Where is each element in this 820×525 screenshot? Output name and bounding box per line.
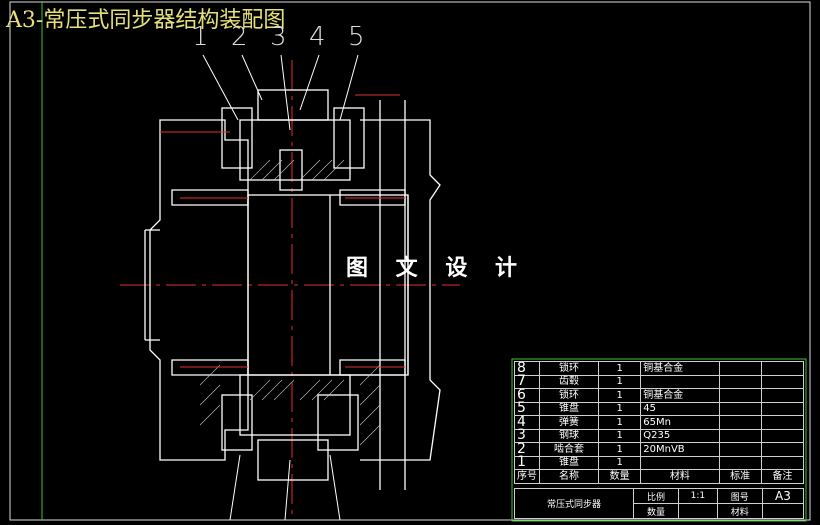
bom-qty: 1 (598, 361, 642, 376)
bom-qty: 1 (598, 374, 642, 389)
cad-drawing-canvas[interactable]: A3-常压式同步器结构装配图 1 2 3 4 5 图 文 设 计 8 锁环 1 铜基合… (0, 0, 820, 525)
bom-remark (760, 455, 805, 470)
bom-remark (760, 388, 805, 403)
header-name: 名称 (538, 469, 600, 484)
header-qty: 数量 (598, 469, 642, 484)
assembly-name: 常压式同步器 (514, 488, 634, 519)
bom-material: 45 (640, 401, 720, 416)
bom-name: 啮合套 (538, 442, 600, 457)
bom-material: 65Mn (640, 415, 720, 430)
bom-material (640, 374, 720, 389)
watermark: 图 文 设 计 (346, 256, 527, 281)
header-remark: 备注 (760, 469, 805, 484)
bom-standard (718, 415, 762, 430)
bom-name: 齿毂 (538, 374, 600, 389)
callout-3: 3 (270, 22, 287, 52)
header-no: 序号 (514, 469, 540, 484)
bom-name: 钢球 (538, 428, 600, 443)
callout-4: 4 (309, 22, 326, 52)
header-material: 材料 (640, 469, 720, 484)
material-value (761, 503, 805, 519)
bom-qty: 1 (598, 388, 642, 403)
bom-material: 铜基合金 (640, 388, 720, 403)
bom-row: 1 锥盘 1 (514, 455, 805, 470)
bom-material: Q235 (640, 428, 720, 443)
bom-no: 1 (514, 456, 540, 470)
header-standard: 标准 (718, 469, 762, 484)
bom-row: 5 锥盘 1 45 (514, 401, 805, 416)
bom-row: 8 锁环 1 铜基合金 (514, 361, 805, 376)
hatching (199, 159, 381, 446)
bom-name: 锁环 (538, 361, 600, 376)
bom-row: 3 钢球 1 Q235 (514, 428, 805, 443)
bom-row: 6 锁环 1 铜基合金 (514, 388, 805, 403)
bom-remark (760, 442, 805, 457)
bom-row: 2 啮合套 1 20MnVB (514, 442, 805, 457)
bom-remark (760, 374, 805, 389)
bom-qty: 1 (598, 442, 642, 457)
bom-standard (718, 455, 762, 470)
bom-qty: 1 (598, 428, 642, 443)
scale-value: 1:1 (678, 488, 718, 504)
bom-standard (718, 442, 762, 457)
bearing-lines (160, 94, 405, 368)
material-label: 材料 (716, 503, 763, 519)
bom-row: 4 弹簧 1 65Mn (514, 415, 805, 430)
callout-1: 1 (192, 22, 209, 52)
bom-remark (760, 401, 805, 416)
bom-standard (718, 401, 762, 416)
callout-2: 2 (231, 22, 248, 52)
scale-label: 比例 (632, 488, 680, 504)
bom-material: 20MnVB (640, 442, 720, 457)
bom-name: 弹簧 (538, 415, 600, 430)
qty-label: 数量 (632, 503, 680, 519)
bom-qty: 1 (598, 415, 642, 430)
bom-remark (760, 428, 805, 443)
bom-name: 锥盘 (538, 455, 600, 470)
qty-value (678, 503, 718, 519)
bom-standard (718, 374, 762, 389)
bom-standard (718, 388, 762, 403)
title-block: 常压式同步器 比例 1:1 图号 A3 数量 材料 (514, 488, 805, 519)
bom-material (640, 455, 720, 470)
bom-name: 锁环 (538, 388, 600, 403)
bom-row: 7 齿毂 1 (514, 374, 805, 389)
bom-material: 铜基合金 (640, 361, 720, 376)
drawing-no-value: A3 (761, 488, 805, 504)
bom-remark (760, 415, 805, 430)
bom-qty: 1 (598, 401, 642, 416)
bom-header-row: 序号 名称 数量 材料 标准 备注 (514, 469, 805, 484)
callout-5: 5 (348, 22, 365, 52)
bom-standard (718, 361, 762, 376)
bill-of-materials: 8 锁环 1 铜基合金 7 齿毂 1 6 锁环 1 铜基合金 5 锥盘 1 45 4 弹簧 1 65Mn 3 钢球 1 Q2… (514, 361, 805, 484)
bom-remark (760, 361, 805, 376)
bom-name: 锥盘 (538, 401, 600, 416)
bom-standard (718, 428, 762, 443)
drawing-no-label: 图号 (716, 488, 763, 504)
bom-qty: 1 (598, 455, 642, 470)
